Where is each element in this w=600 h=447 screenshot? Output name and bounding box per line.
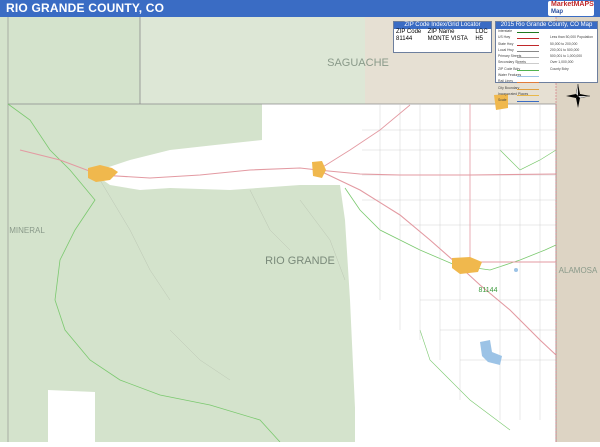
label-zip-81144: 81144 [479,287,498,294]
water-pond [514,268,518,272]
map-legend: 2015 Rio Grande County, CO Map Interstat… [495,21,598,103]
compass-rose-icon [566,84,590,108]
zip-panel-header: ZIP Code Index/Grid Locator [394,22,491,29]
zip-col-header: ZIP Code [396,29,422,35]
label-rio-grande: RIO GRANDE [265,255,335,267]
legend-swatch [517,88,539,90]
legend-swatch [517,101,539,103]
legend-swatch [517,50,539,52]
legend-swatch [517,63,539,65]
legend-swatch [517,76,539,78]
table-row[interactable]: 81144 MONTE VISTA H5 [394,36,491,43]
brand-line1: MarketMAPS [551,1,594,8]
legend-swatch [517,38,539,40]
southwest-patch [48,390,95,442]
legend-right-label: Less than 50,000 Population [550,35,593,40]
zip-col-header: ZIP Name [427,29,455,35]
title-bar: RIO GRANDE COUNTY, CO MarketMAPS Map [0,0,600,17]
legend-label: Rail Lines [498,79,513,84]
label-mineral: MINERAL [9,226,45,235]
legend-header: 2015 Rio Grande County, CO Map [496,22,597,29]
legend-right-label: 500,001 to 1,000,000 [550,54,583,59]
zip-table: ZIP Code ZIP Name LOC 81144 MONTE VISTA … [394,29,491,43]
legend-swatch [517,69,539,71]
zip-index-panel: ZIP Code Index/Grid Locator ZIP Code ZIP… [393,21,492,53]
legend-swatch [517,57,539,59]
brand-logo: MarketMAPS Map [548,1,594,16]
label-alamosa: ALAMOSA [559,266,598,275]
zip-loc-cell: H5 [475,36,484,42]
legend-swatch [517,44,539,46]
zip-code-cell: 81144 [396,36,413,42]
legend-right-label: County Bdry [550,66,569,71]
legend-label: Scale [498,98,507,103]
legend-label: Interstate [498,29,513,33]
label-saguache: SAGUACHE [327,57,389,69]
brand-line2: Map [551,9,563,15]
legend-right-label: Over 1,000,000 [550,60,574,65]
page-title: RIO GRANDE COUNTY, CO [6,1,165,15]
zip-name-cell: MONTE VISTA [427,36,468,42]
legend-label: US Hwy [498,35,511,40]
legend-label: Local Hwy [498,47,514,52]
legend-swatch [517,32,539,33]
legend-label: State Hwy [498,41,514,46]
legend-swatch [517,94,539,96]
legend-right-label: 200,001 to 500,000 [550,47,580,52]
legend-swatch [517,82,539,84]
zip-col-header: LOC [475,29,488,35]
legend-right-label: 50,000 to 200,000 [550,41,578,46]
zip-table-header-row: ZIP Code ZIP Name LOC [394,29,491,36]
